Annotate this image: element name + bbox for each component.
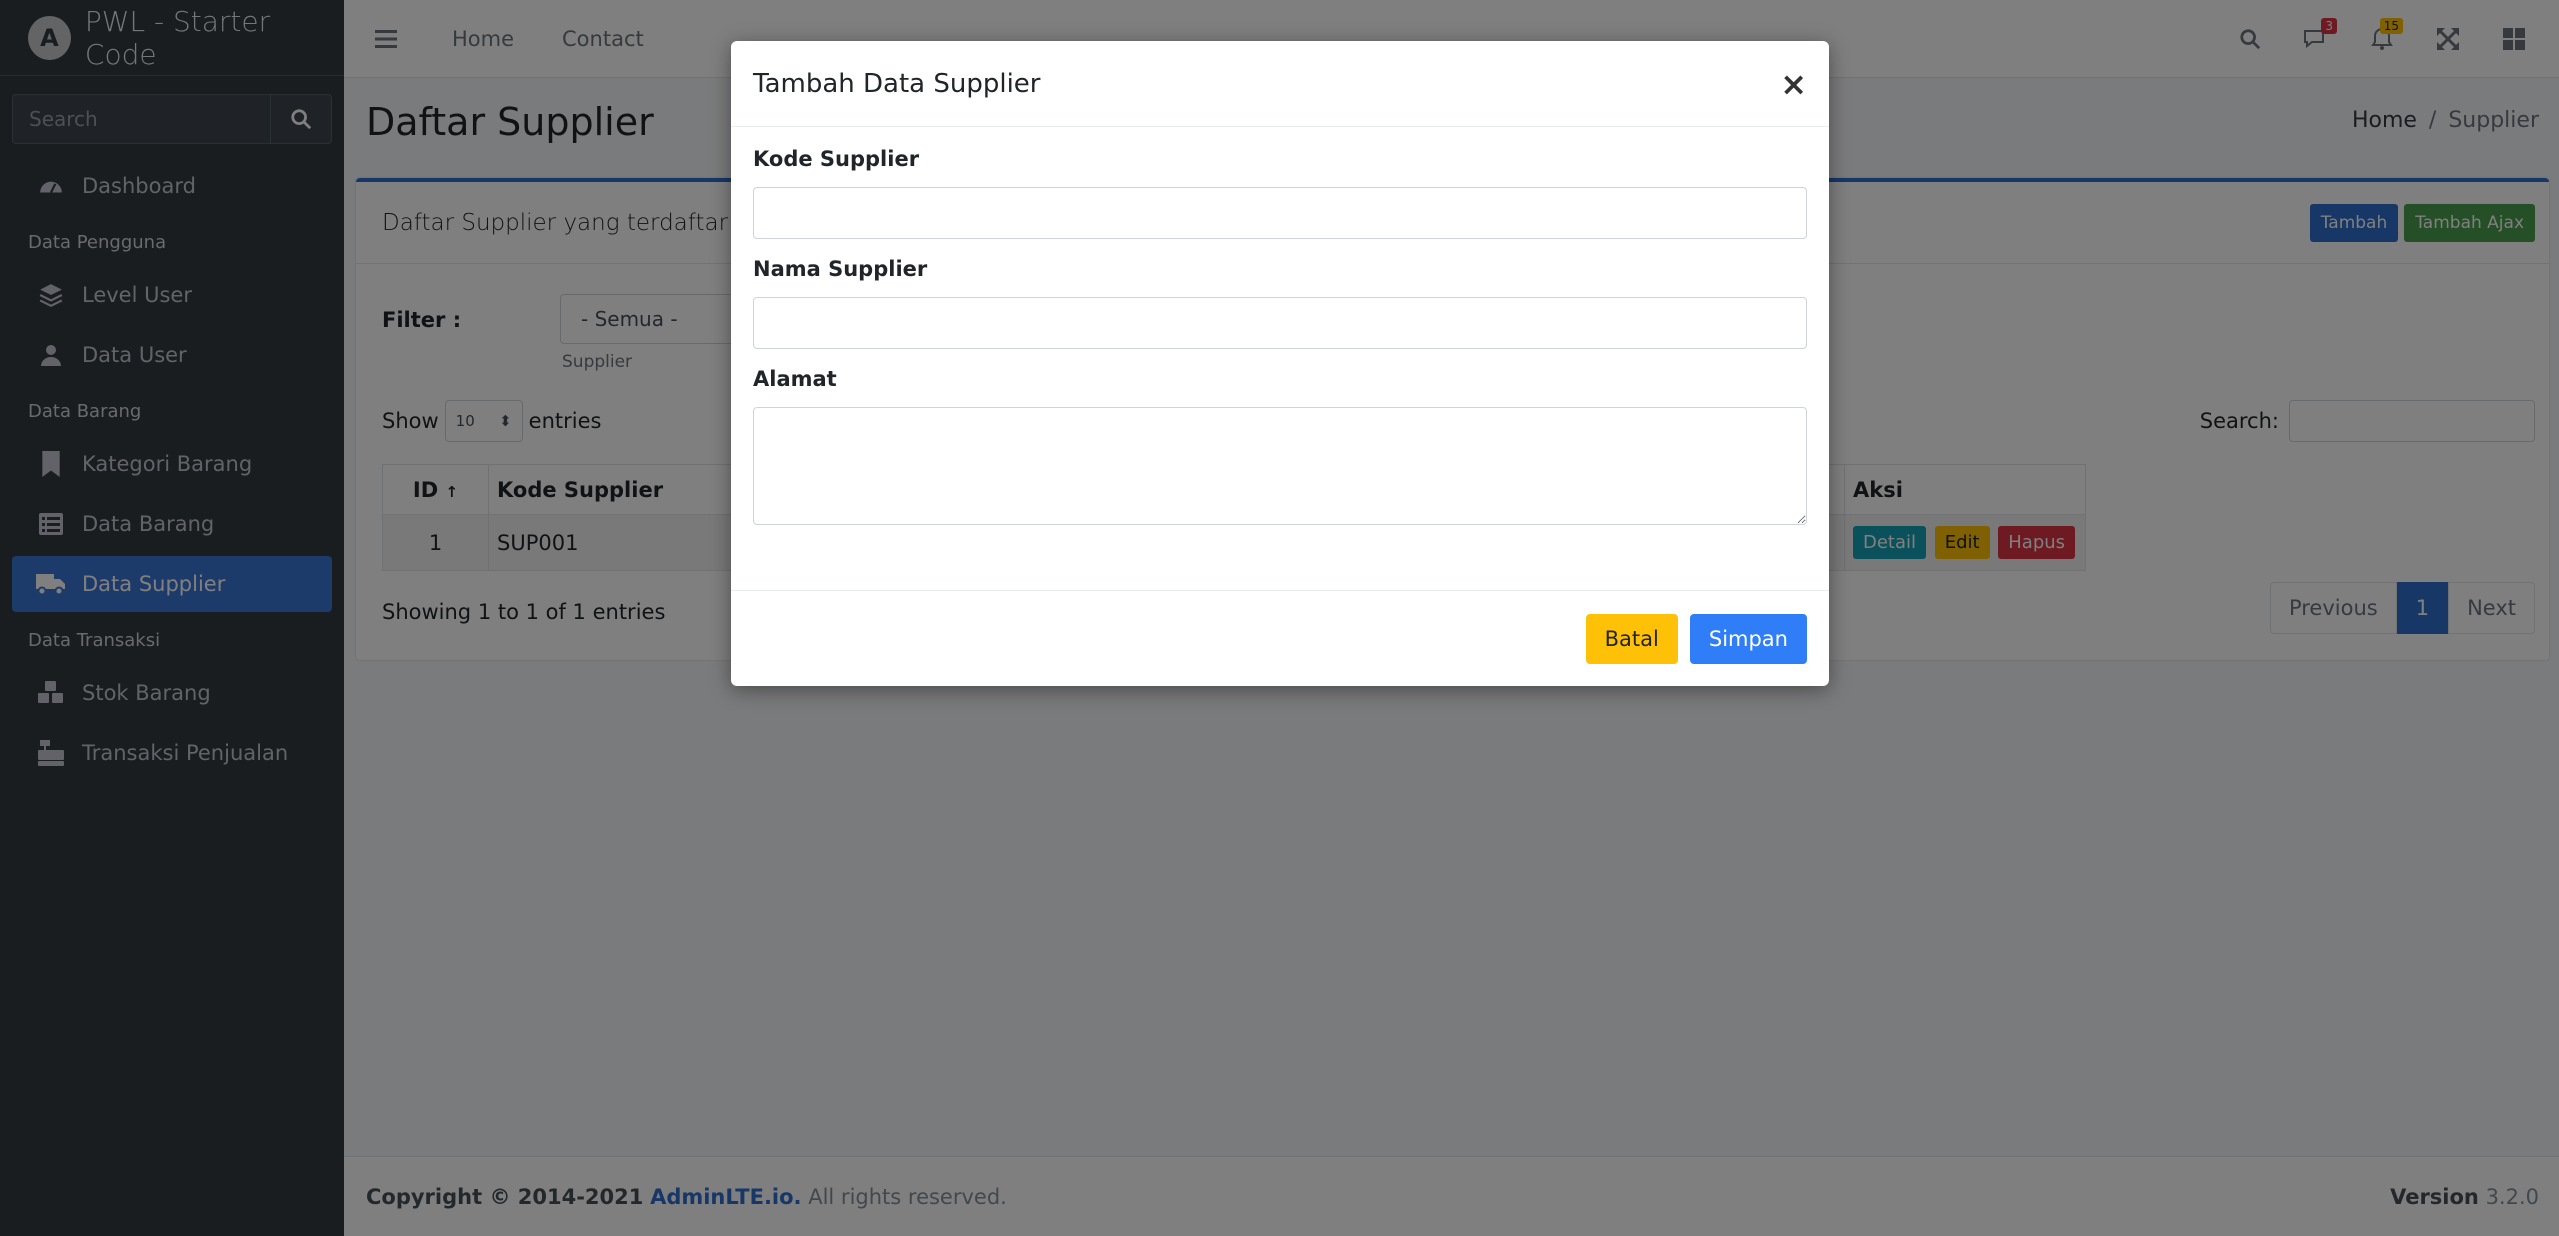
cancel-button[interactable]: Batal bbox=[1585, 613, 1678, 664]
kode-supplier-label: Kode Supplier bbox=[753, 147, 920, 171]
modal-title: Tambah Data Supplier bbox=[753, 68, 1041, 99]
form-group-alamat: Alamat bbox=[753, 367, 1807, 531]
modal-footer: Batal Simpan bbox=[731, 590, 1829, 686]
kode-supplier-input[interactable] bbox=[753, 187, 1807, 239]
form-group-kode: Kode Supplier bbox=[753, 147, 1807, 239]
nama-supplier-input[interactable] bbox=[753, 297, 1807, 349]
save-button[interactable]: Simpan bbox=[1689, 613, 1807, 664]
nama-supplier-label: Nama Supplier bbox=[753, 257, 928, 281]
close-icon[interactable]: × bbox=[1780, 68, 1807, 100]
modal-body: Kode Supplier Nama Supplier Alamat bbox=[731, 127, 1829, 531]
form-group-nama: Nama Supplier bbox=[753, 257, 1807, 349]
alamat-label: Alamat bbox=[753, 367, 837, 391]
alamat-textarea[interactable] bbox=[753, 407, 1807, 525]
add-supplier-modal: Tambah Data Supplier × Kode Supplier Nam… bbox=[731, 41, 1829, 686]
modal-header: Tambah Data Supplier × bbox=[731, 41, 1829, 127]
